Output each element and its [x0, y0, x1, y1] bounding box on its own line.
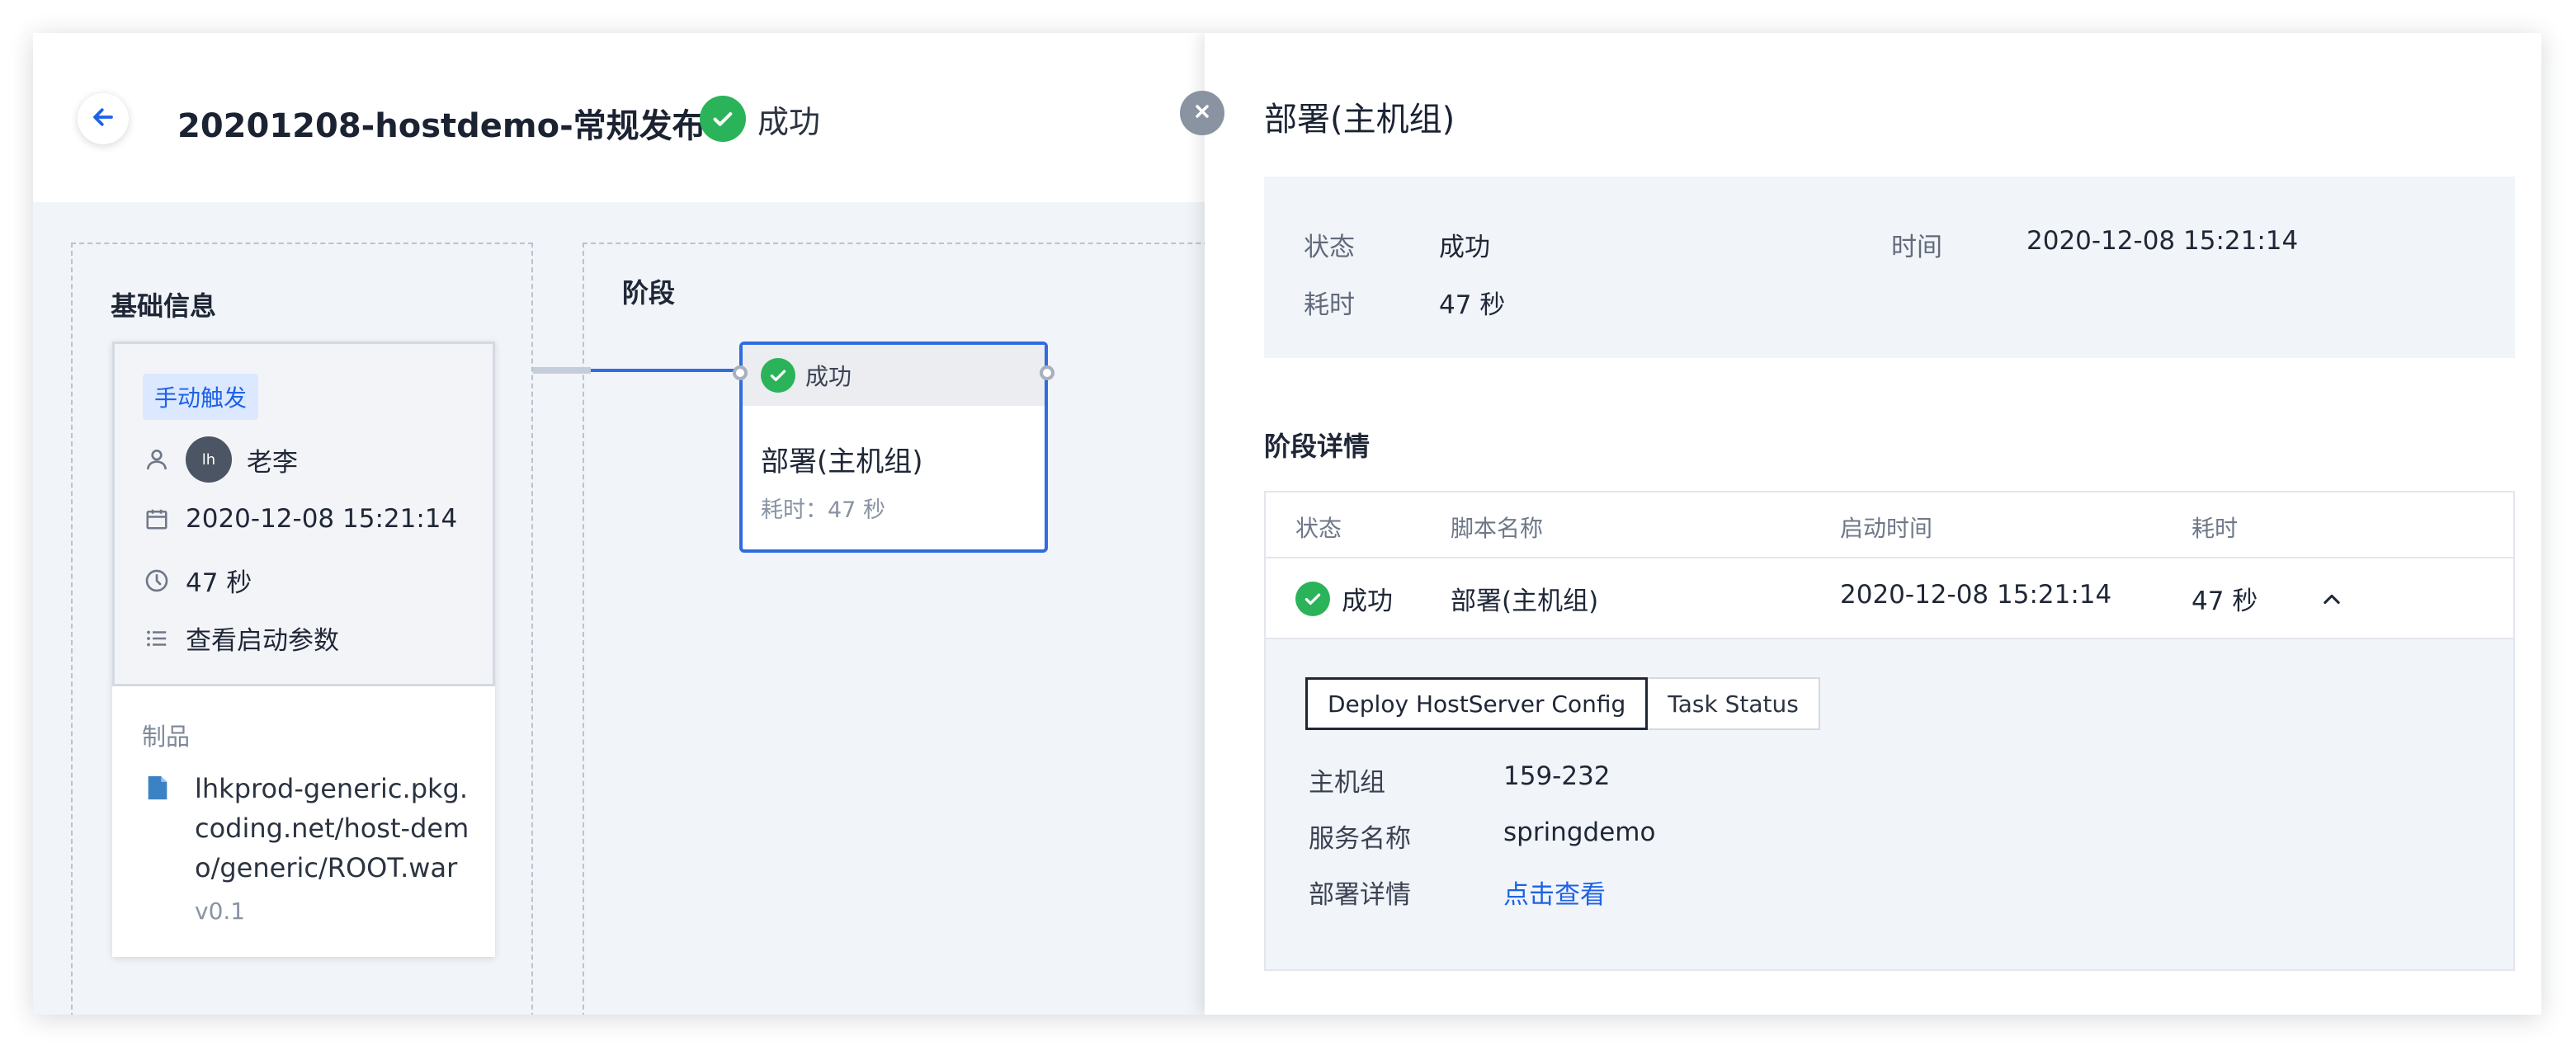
chevron-up-icon[interactable] [2315, 583, 2348, 616]
summary-duration-label: 耗时 [1304, 290, 1355, 320]
file-icon [144, 774, 172, 805]
arrow-left-icon [91, 105, 116, 133]
start-time: 2020-12-08 15:21:14 [186, 504, 458, 534]
pipeline-connector [533, 367, 591, 374]
stage-node[interactable]: 成功 部署(主机组) 耗时：47 秒 [733, 342, 1054, 553]
stage-detail-table: 状态 脚本名称 启动时间 耗时 成功 部署(主机组) 2020-12-08 15… [1264, 491, 2515, 971]
calendar-icon [143, 505, 171, 533]
column-header: 耗时 [2191, 515, 2239, 542]
run-status: 成功 [700, 96, 820, 142]
service-name-label: 服务名称 [1309, 824, 1411, 854]
user-name: 老李 [247, 447, 298, 478]
output-port [1040, 365, 1054, 380]
stage-node-time: 耗时：47 秒 [761, 497, 885, 523]
summary-time-value: 2020-12-08 15:21:14 [2026, 226, 2299, 256]
deploy-detail-label: 部署详情 [1309, 880, 1411, 910]
panel-title: 部署(主机组) [1264, 101, 1455, 139]
stage-node-name: 部署(主机组) [761, 445, 923, 478]
success-check-icon [1295, 581, 1330, 616]
row-start-time: 2020-12-08 15:21:14 [1840, 580, 2112, 610]
stage-node-header: 成功 [743, 345, 1045, 406]
trigger-tag: 手动触发 [143, 374, 259, 420]
summary-time-label: 时间 [1891, 233, 1942, 262]
table-header: 状态 脚本名称 启动时间 耗时 [1266, 492, 2513, 558]
summary-duration-value: 47 秒 [1439, 290, 1506, 320]
tab-task-status[interactable]: Task Status [1648, 677, 1820, 730]
run-status-text: 成功 [757, 103, 821, 140]
run-info: 手动触发 lh 老李 2020-12-08 15:21:14 47 秒 查看启动… [112, 342, 495, 686]
stage-summary: 状态 成功 时间 2020-12-08 15:21:14 耗时 47 秒 [1264, 177, 2515, 358]
stages-title: 阶段 [622, 277, 676, 309]
column-header: 启动时间 [1840, 515, 1933, 542]
page-title: 20201208-hostdemo-常规发布 [177, 107, 705, 145]
column-header: 脚本名称 [1451, 515, 1544, 542]
summary-status-label: 状态 [1304, 233, 1355, 262]
duration-row: 47 秒 [143, 562, 252, 599]
product-label: 制品 [142, 723, 191, 751]
row-status: 成功 [1295, 580, 1393, 617]
stage-detail-panel: 部署(主机组) 状态 成功 时间 2020-12-08 15:21:14 耗时 … [1205, 33, 2541, 1015]
input-port [733, 365, 748, 380]
success-check-icon [700, 96, 746, 142]
host-group-value: 159-232 [1503, 761, 1611, 791]
tab-deploy-config[interactable]: Deploy HostServer Config [1305, 677, 1649, 730]
stage-detail-title: 阶段详情 [1264, 431, 1371, 462]
row-expanded-details: Deploy HostServer Config Task Status 主机组… [1266, 639, 2513, 969]
avatar: lh [186, 436, 232, 483]
pipeline-window: 20201208-hostdemo-常规发布 成功 基础信息 阶段 手动触发 l… [33, 33, 2541, 1015]
view-params-link[interactable]: 查看启动参数 [143, 620, 339, 657]
success-check-icon [761, 358, 795, 393]
column-header: 状态 [1295, 515, 1342, 542]
start-time-row: 2020-12-08 15:21:14 [143, 504, 457, 534]
row-status-text: 成功 [1342, 587, 1393, 616]
basic-info-title: 基础信息 [111, 290, 217, 322]
clock-icon [143, 567, 171, 595]
trigger-user: lh 老李 [143, 436, 298, 483]
stage-node-status: 成功 [805, 363, 852, 390]
detail-tabs: Deploy HostServer Config Task Status [1305, 677, 1820, 730]
table-row[interactable]: 成功 部署(主机组) 2020-12-08 15:21:14 47 秒 [1266, 558, 2513, 639]
user-icon [143, 445, 171, 474]
product-version: v0.1 [195, 898, 246, 925]
basic-info-card: 手动触发 lh 老李 2020-12-08 15:21:14 47 秒 查看启动… [112, 342, 495, 957]
service-name-value: springdemo [1503, 817, 1656, 847]
back-button[interactable] [78, 93, 129, 144]
list-icon [143, 624, 171, 653]
close-panel-button[interactable] [1180, 91, 1224, 135]
view-params-text: 查看启动参数 [186, 626, 339, 656]
product-link[interactable]: lhkprod-generic.pkg.coding.net/host-demo… [195, 769, 475, 888]
row-duration: 47 秒 [2191, 587, 2258, 616]
row-script-name: 部署(主机组) [1451, 587, 1599, 616]
duration: 47 秒 [186, 568, 252, 598]
summary-status-value: 成功 [1439, 233, 1490, 262]
deploy-detail-link[interactable]: 点击查看 [1503, 874, 1606, 911]
host-group-label: 主机组 [1309, 768, 1385, 798]
close-icon [1192, 101, 1212, 125]
